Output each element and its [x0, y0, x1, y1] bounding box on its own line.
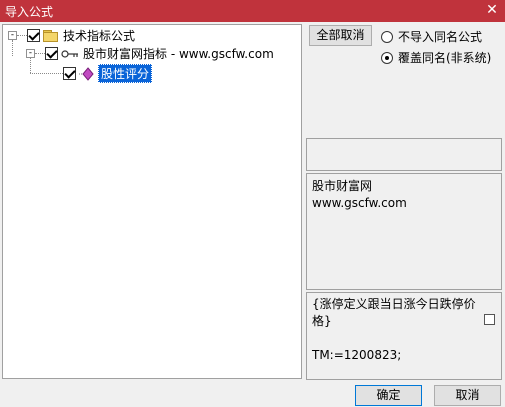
- formula-tree[interactable]: - 技术指标公式 - 股市财富网指标 - www.gscfw.com 股性评分: [2, 24, 302, 379]
- formula-icon: [79, 66, 94, 81]
- code-checkbox[interactable]: [484, 314, 495, 325]
- root-checkbox[interactable]: [27, 29, 40, 42]
- info-panel: 股市财富网 www.gscfw.com: [306, 173, 502, 290]
- key-icon: [61, 49, 78, 58]
- group-checkbox[interactable]: [45, 47, 58, 60]
- ok-button[interactable]: 确定: [355, 385, 422, 406]
- tree-node-item[interactable]: 股性评分: [63, 64, 153, 83]
- title-bar: 导入公式 ✕: [0, 0, 505, 22]
- window-title: 导入公式: [5, 5, 54, 19]
- tree-node-label: 股性评分: [98, 64, 153, 83]
- tree-node-root[interactable]: - 技术指标公式: [8, 27, 135, 44]
- tree-connector: [30, 73, 67, 74]
- tree-node-label: 技术指标公式: [63, 29, 136, 43]
- item-checkbox[interactable]: [63, 67, 76, 80]
- code-panel[interactable]: {涨停定义跟当日涨今日跌停价 格} TM:=1200823;: [306, 292, 502, 380]
- folder-icon: [43, 29, 59, 42]
- cancel-button[interactable]: 取消: [434, 385, 501, 406]
- tree-node-label: 股市财富网指标 - www.gscfw.com: [83, 47, 274, 61]
- radio-overwrite[interactable]: [381, 51, 393, 64]
- option-skip-duplicates[interactable]: 不导入同名公式: [381, 28, 482, 45]
- collapse-icon[interactable]: -: [26, 49, 35, 58]
- tree-node-group[interactable]: - 股市财富网指标 - www.gscfw.com: [26, 45, 274, 62]
- cancel-all-button[interactable]: 全部取消: [309, 25, 372, 46]
- option-label: 覆盖同名(非系统): [398, 51, 492, 65]
- close-icon[interactable]: ✕: [483, 1, 501, 19]
- option-label: 不导入同名公式: [398, 30, 483, 44]
- option-overwrite[interactable]: 覆盖同名(非系统): [381, 49, 491, 66]
- radio-skip-duplicates[interactable]: [381, 30, 393, 43]
- info-text: 股市财富网 www.gscfw.com: [312, 179, 407, 210]
- collapse-icon[interactable]: -: [8, 31, 17, 40]
- empty-panel: [306, 138, 502, 171]
- code-text: {涨停定义跟当日涨今日跌停价 格} TM:=1200823;: [312, 297, 476, 362]
